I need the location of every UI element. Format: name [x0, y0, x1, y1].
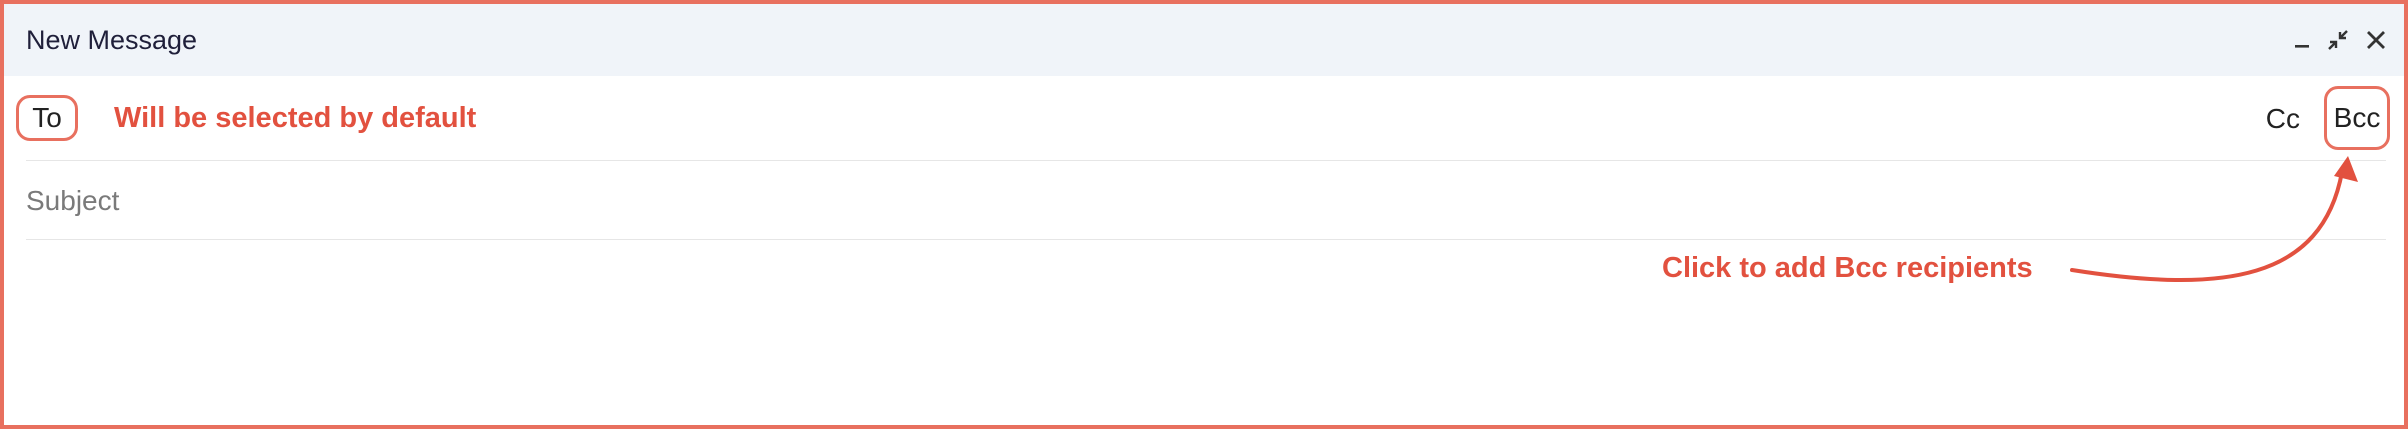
close-icon — [2367, 31, 2385, 49]
exit-fullscreen-button[interactable] — [2322, 24, 2354, 56]
subject-row[interactable] — [26, 161, 2386, 240]
window-title: New Message — [26, 25, 198, 55]
bcc-button[interactable]: Bcc — [2324, 86, 2390, 150]
bcc-annotation: Click to add Bcc recipients — [1662, 252, 2033, 284]
close-button[interactable] — [2360, 24, 2392, 56]
to-default-annotation: Will be selected by default — [114, 102, 477, 134]
to-row[interactable]: To Will be selected by default Cc Bcc — [16, 76, 2390, 161]
to-label[interactable]: To — [16, 95, 78, 141]
compose-titlebar[interactable]: New Message — [4, 4, 2404, 76]
minimize-icon — [2295, 45, 2309, 48]
compose-window: New Message To Will be selected by defau… — [0, 0, 2408, 429]
minimize-button[interactable] — [2286, 24, 2318, 56]
exit-fullscreen-icon — [2328, 30, 2348, 50]
subject-input[interactable] — [26, 181, 1226, 221]
cc-button[interactable]: Cc — [2266, 102, 2300, 136]
